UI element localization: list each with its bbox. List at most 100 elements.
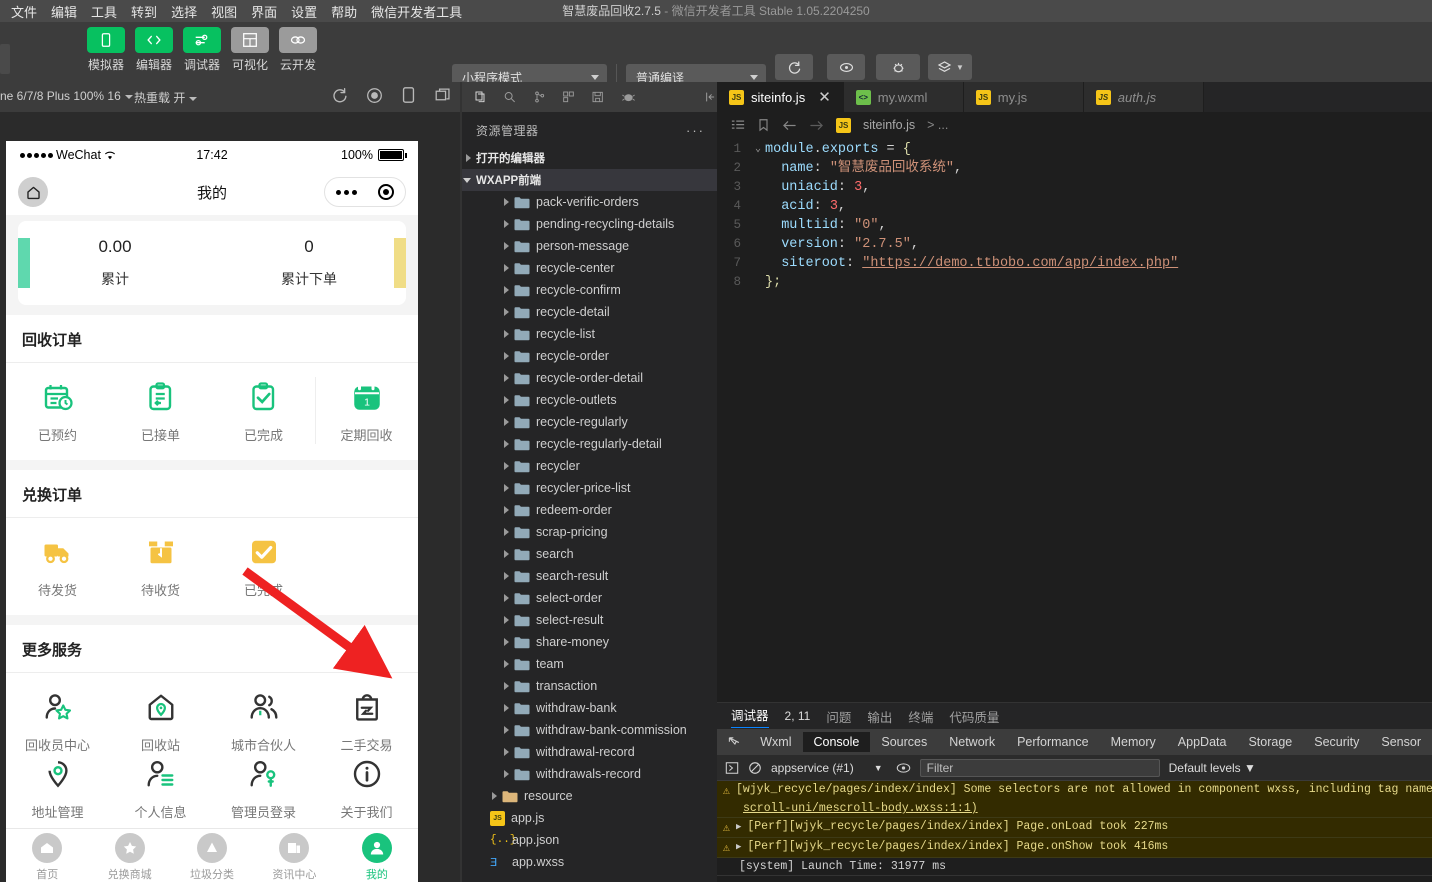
file-tree-folder[interactable]: withdraw-bank-commission xyxy=(462,719,717,741)
context-select[interactable]: appservice (#1) ▼ xyxy=(771,761,887,775)
devtools-tab-Console[interactable]: Console xyxy=(803,732,871,752)
devtools-panel-tab-调试器[interactable]: 调试器 xyxy=(731,705,769,728)
file-tree-folder[interactable]: recycler xyxy=(462,455,717,477)
service-item-回收站[interactable]: 回收站 xyxy=(109,687,212,754)
tabbar-item-我的[interactable]: 我的 xyxy=(336,833,418,882)
record-icon[interactable] xyxy=(366,87,383,104)
outline-icon[interactable] xyxy=(731,119,745,132)
expand-icon[interactable]: ▶ xyxy=(736,840,741,852)
fold-toggle[interactable]: ⌄ xyxy=(751,140,765,159)
search-icon[interactable] xyxy=(503,89,516,105)
service-item-已完成[interactable]: 已完成 xyxy=(212,532,315,599)
file-tree-folder[interactable]: transaction xyxy=(462,675,717,697)
project-root-row[interactable]: WXAPP前端 xyxy=(462,169,717,191)
console-log-entry[interactable]: ⚠▶[Perf][wjyk_recycle/pages/index/index]… xyxy=(717,838,1432,858)
breadcrumb-rest[interactable]: > ... xyxy=(927,118,948,132)
fold-toggle[interactable] xyxy=(751,159,765,178)
extensions-icon[interactable] xyxy=(562,89,575,105)
file-tree-folder[interactable]: recycle-center xyxy=(462,257,717,279)
devtools-tab-Performance[interactable]: Performance xyxy=(1006,732,1100,752)
menu-item-3[interactable]: 转到 xyxy=(124,0,164,23)
target-icon[interactable] xyxy=(378,184,394,200)
mode-button-group[interactable]: 模拟器编辑器调试器可视化云开发 xyxy=(85,27,319,73)
service-item-地址管理[interactable]: 地址管理 xyxy=(6,754,109,821)
service-item-城市合伙人[interactable]: 城市合伙人 xyxy=(212,687,315,754)
fold-toggle[interactable] xyxy=(751,254,765,273)
fold-toggle[interactable] xyxy=(751,235,765,254)
log-levels-select[interactable]: Default levels ▼ xyxy=(1169,761,1256,775)
filter-input[interactable]: Filter xyxy=(920,759,1160,777)
clear-icon[interactable] xyxy=(748,761,762,775)
inspect-icon[interactable] xyxy=(727,735,741,750)
execute-icon[interactable] xyxy=(725,761,739,775)
file-tree-folder[interactable]: resource xyxy=(462,785,717,807)
file-tree-folder[interactable]: recycle-regularly xyxy=(462,411,717,433)
tabbar-item-资讯中心[interactable]: 资讯中心 xyxy=(253,833,335,882)
file-tree-folder[interactable]: recycle-regularly-detail xyxy=(462,433,717,455)
editor-tab-siteinfo.js[interactable]: JSsiteinfo.js✕ xyxy=(717,82,844,112)
devtools-panel-tabs[interactable]: 调试器2, 11问题输出终端代码质量 xyxy=(717,703,1432,729)
code-line[interactable]: 8}; xyxy=(717,273,1432,292)
menu-item-7[interactable]: 设置 xyxy=(284,0,324,23)
fold-toggle[interactable] xyxy=(751,178,765,197)
back-arrow-icon[interactable] xyxy=(782,119,797,132)
problem-count[interactable]: 2, 11 xyxy=(785,709,811,723)
files-icon[interactable] xyxy=(474,89,487,105)
simulator-icon-group[interactable] xyxy=(331,86,452,104)
mode-button-云开发[interactable]: 云开发 xyxy=(277,27,319,73)
editor-tab-my.js[interactable]: JSmy.js xyxy=(964,82,1084,112)
file-tree-folder[interactable]: recycle-confirm xyxy=(462,279,717,301)
file-tree-folder[interactable]: recycler-price-list xyxy=(462,477,717,499)
service-item-回收员中心[interactable]: 回收员中心 xyxy=(6,687,109,754)
menu-item-9[interactable]: 微信开发者工具 xyxy=(364,0,469,23)
menu-item-6[interactable]: 界面 xyxy=(244,0,284,23)
service-item-待发货[interactable]: 待发货 xyxy=(6,532,109,599)
more-dots-icon[interactable] xyxy=(336,190,357,195)
code-line[interactable]: 6 version: "2.7.5", xyxy=(717,235,1432,254)
save-icon[interactable] xyxy=(591,89,604,105)
code-line[interactable]: 4 acid: 3, xyxy=(717,197,1432,216)
source-control-icon[interactable] xyxy=(533,89,546,105)
fold-toggle[interactable] xyxy=(751,197,765,216)
file-tree-folder[interactable]: recycle-list xyxy=(462,323,717,345)
file-tree[interactable]: pack-verific-orderspending-recycling-det… xyxy=(462,191,717,873)
devtools-tab-Network[interactable]: Network xyxy=(938,732,1006,752)
eye-icon[interactable] xyxy=(896,761,911,775)
file-tree-folder[interactable]: recycle-order xyxy=(462,345,717,367)
tabbar-item-首页[interactable]: 首页 xyxy=(6,833,88,882)
devtools-tab-Sources[interactable]: Sources xyxy=(870,732,938,752)
menu-item-4[interactable]: 选择 xyxy=(164,0,204,23)
ellipsis-icon[interactable]: ··· xyxy=(686,123,705,138)
file-tree-file[interactable]: Ǝapp.wxss xyxy=(462,851,717,873)
code-line[interactable]: 2 name: "智慧废品回收系统", xyxy=(717,159,1432,178)
menu-item-0[interactable]: 文件 xyxy=(4,0,44,23)
file-tree-folder[interactable]: recycle-order-detail xyxy=(462,367,717,389)
file-tree-folder[interactable]: person-message xyxy=(462,235,717,257)
close-icon[interactable]: ✕ xyxy=(818,88,831,106)
rotate-icon[interactable] xyxy=(331,87,348,104)
file-tree-file[interactable]: JSapp.js xyxy=(462,807,717,829)
devtools-tab-bar[interactable]: WxmlConsoleSourcesNetworkPerformanceMemo… xyxy=(717,729,1432,755)
devtools-panel-tab-终端[interactable]: 终端 xyxy=(908,707,933,726)
device-select[interactable]: ne 6/7/8 Plus 100% 16 xyxy=(0,89,133,103)
wechat-capsule[interactable] xyxy=(324,177,406,207)
mode-button-模拟器[interactable]: 模拟器 xyxy=(85,27,127,73)
file-tree-folder[interactable]: share-money xyxy=(462,631,717,653)
collapse-icon[interactable] xyxy=(704,89,717,105)
tabbar-item-垃圾分类[interactable]: 垃圾分类 xyxy=(171,833,253,882)
service-item-已预约[interactable]: 已预约 xyxy=(6,377,109,444)
editor-tab-bar[interactable]: JSsiteinfo.js✕<>my.wxmlJSmy.jsJSauth.js xyxy=(717,82,1432,112)
file-tree-folder[interactable]: pending-recycling-details xyxy=(462,213,717,235)
code-line[interactable]: 3 uniacid: 3, xyxy=(717,178,1432,197)
code-content[interactable]: 1⌄module.exports = {2 name: "智慧废品回收系统",3… xyxy=(717,138,1432,292)
code-line[interactable]: 7 siteroot: "https://demo.ttbobo.com/app… xyxy=(717,254,1432,273)
console-log-entry[interactable]: [system] Launch Time: 31977 ms xyxy=(717,858,1432,876)
service-item-管理员登录[interactable]: 管理员登录 xyxy=(212,754,315,821)
breadcrumb-file[interactable]: siteinfo.js xyxy=(863,118,915,132)
devtools-tab-Sensor[interactable]: Sensor xyxy=(1370,732,1432,752)
console-log-entry-continued[interactable]: scroll-uni/mescroll-body.wxss:1:1) xyxy=(717,800,1432,818)
mode-button-可视化[interactable]: 可视化 xyxy=(229,27,271,73)
service-item-定期回收[interactable]: 1定期回收 xyxy=(315,377,418,444)
devtools-panel-tab-输出[interactable]: 输出 xyxy=(867,707,892,726)
console-log-entry[interactable]: ⚠▶[Perf][wjyk_recycle/pages/index/index]… xyxy=(717,818,1432,838)
